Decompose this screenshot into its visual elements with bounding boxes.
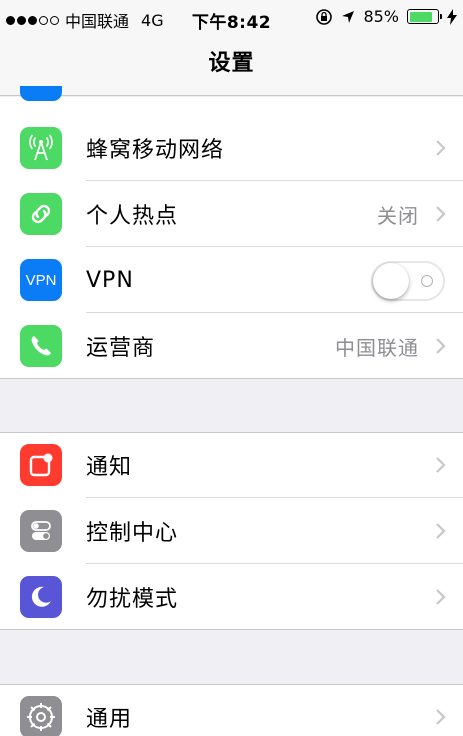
settings-row-vpn: VPN VPN (0, 247, 463, 313)
settings-row-do-not-disturb[interactable]: 勿扰模式 (0, 564, 463, 630)
notifications-icon (20, 444, 62, 486)
phone-icon (20, 325, 62, 367)
orientation-lock-icon (316, 8, 333, 25)
settings-row-label: 控制中心 (86, 521, 179, 546)
toggle-knob (373, 263, 409, 299)
settings-row-label: 运营商 (86, 336, 156, 361)
chevron-right-icon (436, 206, 446, 222)
chevron-right-icon (436, 589, 446, 605)
settings-row-carrier[interactable]: 运营商 中国联通 (0, 313, 463, 379)
settings-row-cellular[interactable]: 蜂窝移动网络 (0, 115, 463, 181)
settings-row-label: 蜂窝移动网络 (86, 138, 225, 163)
battery-icon (407, 9, 442, 24)
settings-row-general[interactable]: 通用 (0, 684, 463, 736)
hotspot-chain-icon (20, 193, 62, 235)
settings-row-hotspot[interactable]: 个人热点 关闭 (0, 181, 463, 247)
charging-bolt-icon (447, 8, 457, 25)
navigation-bar: 设置 (0, 36, 463, 96)
settings-row-label: 个人热点 (86, 204, 179, 229)
chevron-right-icon (436, 338, 446, 354)
moon-icon (20, 576, 62, 618)
settings-group-general: 通用 (0, 684, 463, 736)
toggle-off-indicator-icon (421, 275, 433, 287)
vpn-icon: VPN (20, 259, 62, 301)
gear-icon (20, 696, 62, 736)
carrier-value: 中国联通 (335, 335, 419, 360)
hotspot-status-value: 关闭 (377, 203, 419, 228)
settings-group-network: 蜂窝移动网络 个人热点 关闭 VPN VPN 运营商 中国联通 (0, 86, 463, 379)
location-arrow-icon (342, 10, 355, 23)
cellular-antenna-icon (20, 127, 62, 169)
chevron-right-icon (436, 523, 446, 539)
page-title: 设置 (208, 51, 255, 76)
battery-level-fill (409, 11, 433, 22)
partial-row-icon (20, 86, 62, 101)
settings-row-label: 通知 (86, 455, 133, 480)
vpn-toggle[interactable] (371, 261, 445, 301)
status-bar: 中国联通 4G 下午8:42 85% (0, 0, 463, 36)
settings-row-label: 勿扰模式 (86, 587, 179, 612)
chevron-right-icon (436, 140, 446, 156)
settings-row-notifications[interactable]: 通知 (0, 432, 463, 498)
settings-row-control-center[interactable]: 控制中心 (0, 498, 463, 564)
settings-row-label: VPN (86, 267, 134, 293)
chevron-right-icon (436, 709, 446, 725)
status-right: 85% (315, 7, 457, 26)
chevron-right-icon (436, 457, 446, 473)
settings-group-notifications: 通知 控制中心 勿扰模式 (0, 432, 463, 630)
vpn-icon-text: VPN (25, 271, 57, 289)
control-center-icon (20, 510, 62, 552)
battery-percent: 85% (363, 7, 399, 26)
settings-row-label: 通用 (86, 707, 133, 732)
